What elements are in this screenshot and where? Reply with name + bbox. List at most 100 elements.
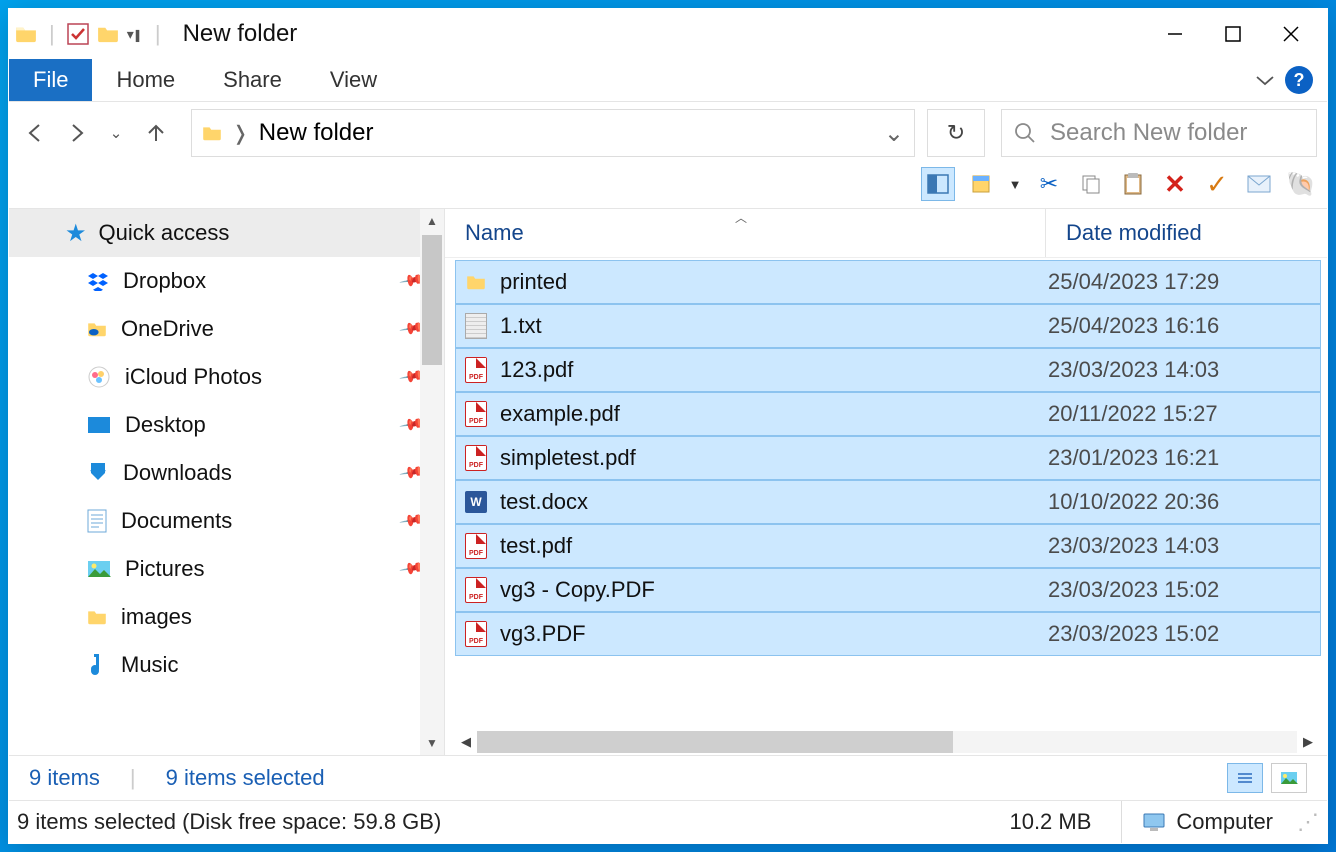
tab-view[interactable]: View xyxy=(306,59,401,101)
sidebar-item[interactable]: images xyxy=(9,593,444,641)
tab-file[interactable]: File xyxy=(9,59,92,101)
cut-button[interactable]: ✂ xyxy=(1033,168,1065,200)
footer-location[interactable]: Computer xyxy=(1121,801,1293,843)
folder-icon xyxy=(15,25,37,43)
file-row[interactable]: Wtest.docx10/10/2022 20:36 xyxy=(455,480,1321,524)
sidebar-item-label: Desktop xyxy=(125,412,206,438)
sidebar-item-label: Music xyxy=(121,652,178,678)
sidebar-item[interactable]: Desktop📌 xyxy=(9,401,444,449)
properties-button[interactable] xyxy=(965,168,997,200)
sidebar-item[interactable]: iCloud Photos📌 xyxy=(9,353,444,401)
file-date: 23/03/2023 14:03 xyxy=(1040,357,1320,383)
tab-home[interactable]: Home xyxy=(92,59,199,101)
scroll-thumb[interactable] xyxy=(477,731,953,753)
maximize-button[interactable] xyxy=(1219,20,1247,48)
ribbon-tabs: File Home Share View ? xyxy=(9,59,1327,102)
recent-dropdown[interactable]: ⌄ xyxy=(99,116,133,150)
pdf-icon xyxy=(462,444,490,472)
file-date: 23/01/2023 16:21 xyxy=(1040,445,1320,471)
scroll-left-icon[interactable]: ◀ xyxy=(455,731,477,753)
details-view-button[interactable] xyxy=(1227,763,1263,793)
file-date: 23/03/2023 14:03 xyxy=(1040,533,1320,559)
window-title: New folder xyxy=(183,20,298,48)
sidebar-item[interactable]: Documents📌 xyxy=(9,497,444,545)
sidebar-scrollbar[interactable]: ▲ ▼ xyxy=(420,209,444,755)
scroll-track[interactable] xyxy=(477,731,1297,753)
back-button[interactable] xyxy=(19,116,53,150)
file-date: 23/03/2023 15:02 xyxy=(1040,577,1320,603)
icloud-icon xyxy=(87,365,111,389)
delete-button[interactable]: ✕ xyxy=(1159,168,1191,200)
paste-button[interactable] xyxy=(1117,168,1149,200)
scroll-thumb[interactable] xyxy=(422,235,442,365)
file-row[interactable]: printed25/04/2023 17:29 xyxy=(455,260,1321,304)
documents-icon xyxy=(87,509,107,533)
tab-share[interactable]: Share xyxy=(199,59,306,101)
desktop-icon xyxy=(87,416,111,434)
preview-pane-button[interactable] xyxy=(921,167,955,201)
search-box[interactable]: Search New folder xyxy=(1001,109,1317,157)
sidebar-item-label: images xyxy=(121,604,192,630)
sidebar-item-label: iCloud Photos xyxy=(125,364,262,390)
close-button[interactable] xyxy=(1277,20,1305,48)
file-name: printed xyxy=(500,269,1040,295)
rename-button[interactable]: ✓ xyxy=(1201,168,1233,200)
copy-button[interactable] xyxy=(1075,168,1107,200)
file-name: example.pdf xyxy=(500,401,1040,427)
folder-dropdown-icon[interactable] xyxy=(97,25,119,43)
sidebar-item[interactable]: Downloads📌 xyxy=(9,449,444,497)
qt-dropdown-icon[interactable]: ▾▌ xyxy=(127,26,143,43)
mail-button[interactable] xyxy=(1243,168,1275,200)
minimize-button[interactable] xyxy=(1161,20,1189,48)
file-date: 20/11/2022 15:27 xyxy=(1040,401,1320,427)
file-name: 1.txt xyxy=(500,313,1040,339)
address-dropdown-icon[interactable]: ⌄ xyxy=(884,119,904,148)
file-row[interactable]: test.pdf23/03/2023 14:03 xyxy=(455,524,1321,568)
footer-size: 10.2 MB xyxy=(1009,809,1121,835)
sidebar-item-label: Documents xyxy=(121,508,232,534)
column-date[interactable]: Date modified xyxy=(1045,209,1327,257)
sidebar-item[interactable]: OneDrive📌 xyxy=(9,305,444,353)
help-button[interactable]: ? xyxy=(1285,66,1313,94)
file-name: test.pdf xyxy=(500,533,1040,559)
thumbnails-view-button[interactable] xyxy=(1271,763,1307,793)
sidebar-quick-access[interactable]: ★ Quick access xyxy=(9,209,444,257)
breadcrumb-current[interactable]: New folder xyxy=(259,119,374,147)
folder-icon xyxy=(462,268,490,296)
item-count: 9 items xyxy=(29,765,100,791)
file-row[interactable]: 123.pdf23/03/2023 14:03 xyxy=(455,348,1321,392)
search-icon xyxy=(1014,122,1036,144)
sidebar-item-label: Pictures xyxy=(125,556,204,582)
file-row[interactable]: vg3 - Copy.PDF23/03/2023 15:02 xyxy=(455,568,1321,612)
pdf-icon xyxy=(462,576,490,604)
up-button[interactable] xyxy=(139,116,173,150)
ribbon-expand-icon[interactable] xyxy=(1255,73,1275,87)
checkbox-icon[interactable] xyxy=(67,23,89,45)
refresh-button[interactable]: ↻ xyxy=(927,109,985,157)
scroll-up-icon[interactable]: ▲ xyxy=(420,209,444,233)
onedrive-icon xyxy=(87,321,107,337)
horizontal-scrollbar[interactable]: ◀ ▶ xyxy=(455,729,1319,755)
scroll-right-icon[interactable]: ▶ xyxy=(1297,731,1319,753)
file-row[interactable]: 1.txt25/04/2023 16:16 xyxy=(455,304,1321,348)
body: ★ Quick access Dropbox📌OneDrive📌iCloud P… xyxy=(9,208,1327,755)
explorer-window: | ▾▌ | New folder File Home Share View ? xyxy=(8,8,1328,844)
sidebar-item[interactable]: Dropbox📌 xyxy=(9,257,444,305)
sidebar-item-label: Dropbox xyxy=(123,268,206,294)
title-bar: | ▾▌ | New folder xyxy=(9,9,1327,59)
file-row[interactable]: vg3.PDF23/03/2023 15:02 xyxy=(455,612,1321,656)
breadcrumb[interactable]: ❭ New folder ⌄ xyxy=(191,109,915,157)
forward-button[interactable] xyxy=(59,116,93,150)
file-row[interactable]: example.pdf20/11/2022 15:27 xyxy=(455,392,1321,436)
star-icon: ★ xyxy=(65,219,87,248)
file-row[interactable]: simpletest.pdf23/01/2023 16:21 xyxy=(455,436,1321,480)
resize-grip-icon[interactable]: ⋰ xyxy=(1293,809,1319,835)
scroll-down-icon[interactable]: ▼ xyxy=(420,731,444,755)
file-rows: printed25/04/2023 17:291.txt25/04/2023 1… xyxy=(445,258,1327,723)
sidebar-item[interactable]: Music xyxy=(9,641,444,689)
status-bar: 9 items | 9 items selected xyxy=(9,755,1327,800)
collapse-header-icon[interactable]: ︿ xyxy=(735,209,747,226)
shell-icon[interactable]: 🐚 xyxy=(1285,168,1317,200)
sidebar-item[interactable]: Pictures📌 xyxy=(9,545,444,593)
properties-dropdown[interactable]: ▼ xyxy=(1007,168,1023,200)
